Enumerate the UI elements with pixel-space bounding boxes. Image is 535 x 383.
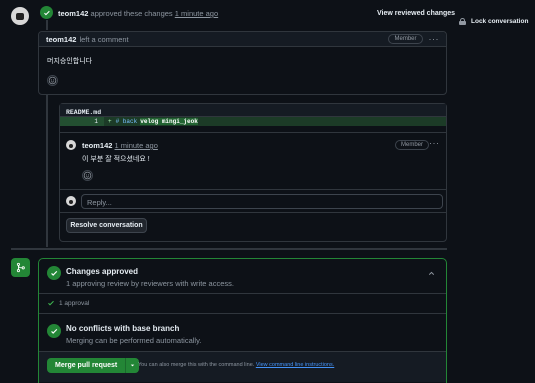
conflicts-subtitle: Merging can be performed automatically. — [66, 336, 202, 345]
merge-box: Changes approved 1 approving review by r… — [38, 258, 447, 383]
lock-conversation-link[interactable]: Lock conversation — [459, 18, 528, 25]
approved-title: Changes approved — [66, 267, 139, 276]
diff-hash: # back — [115, 118, 138, 125]
thread-member-badge: Member — [395, 140, 430, 150]
reply-input[interactable]: Reply... — [81, 194, 443, 209]
comment-author[interactable]: teom142 — [46, 35, 76, 44]
add-reaction-icon[interactable] — [47, 75, 58, 86]
file-name[interactable]: README.md — [66, 109, 101, 116]
comment-action: left a comment — [79, 34, 129, 44]
review-time[interactable]: 1 minute ago — [175, 9, 218, 18]
diff-line: 1 + # back velog mingi_jeok — [60, 117, 446, 126]
thread-author[interactable]: teom142 — [82, 141, 112, 150]
reply-avatar — [66, 196, 76, 206]
conflicts-title: No conflicts with base branch — [66, 324, 180, 333]
collapse-chevron-icon[interactable] — [427, 269, 436, 280]
approval-check-icon — [47, 299, 55, 309]
no-conflicts-icon — [47, 324, 61, 338]
lock-conversation-label: Lock conversation — [471, 18, 529, 25]
reply-placeholder: Reply... — [87, 198, 112, 207]
approved-subtitle: 1 approving review by reviewers with wri… — [66, 279, 234, 288]
comment-options-icon[interactable]: ··· — [429, 34, 440, 44]
view-reviewed-changes-button[interactable]: View reviewed changes — [377, 10, 455, 17]
review-author[interactable]: teom142 — [58, 9, 88, 18]
thread-body: 이 부분 잘 적으셨네요 ! — [82, 156, 150, 163]
review-comment-card: teom142 left a comment Member ··· 머지승인합니… — [38, 31, 447, 95]
approved-section[interactable]: Changes approved 1 approving review by r… — [39, 259, 446, 294]
thread-avatar[interactable] — [66, 140, 76, 150]
merge-pull-request-button[interactable]: Merge pull request — [47, 358, 127, 373]
diff-sign: + — [108, 118, 112, 125]
comment-body: 머지승인합니다 — [47, 58, 93, 65]
review-action: approved these changes — [90, 9, 173, 18]
thread-options-icon[interactable]: ··· — [429, 138, 440, 148]
timeline-line — [46, 20, 48, 30]
timeline-divider — [11, 248, 447, 250]
merge-action-row: Merge pull request You can also merge th… — [39, 352, 446, 382]
diff-line-number: 1 — [60, 117, 104, 126]
review-thread-line — [46, 95, 48, 247]
thread-time[interactable]: 1 minute ago — [115, 141, 158, 150]
merge-button-group: Merge pull request — [47, 358, 140, 373]
conflicts-section: No conflicts with base branch Merging ca… — [39, 314, 446, 352]
command-line-link[interactable]: View command line instructions. — [256, 362, 334, 368]
git-merge-icon — [11, 258, 30, 277]
review-summary: teom142 approved these changes 1 minute … — [58, 9, 218, 18]
member-badge: Member — [388, 34, 423, 44]
reply-row: Reply... — [60, 190, 446, 213]
thread-meta: teom142 1 minute ago — [82, 141, 158, 150]
approval-count: 1 approval — [59, 300, 90, 307]
diff-text: velog mingi_jeok — [140, 118, 198, 125]
review-thread: README.md 1 + # back velog mingi_jeok te… — [59, 103, 447, 242]
resolve-conversation-button[interactable]: Resolve conversation — [66, 218, 147, 233]
thread-comment: teom142 1 minute ago Member ··· 이 부분 잘 적… — [60, 132, 446, 190]
file-header: README.md — [60, 104, 446, 117]
merge-hint-text: You can also merge this with the command… — [138, 362, 255, 368]
approved-check-icon — [40, 6, 53, 19]
approval-count-row[interactable]: 1 approval — [39, 294, 446, 314]
comment-header: teom142 left a comment Member ··· — [39, 32, 446, 47]
approved-status-icon — [47, 266, 61, 280]
thread-reaction-icon[interactable] — [82, 170, 93, 181]
reviewer-avatar[interactable] — [11, 7, 29, 25]
merge-hint: You can also merge this with the command… — [138, 362, 334, 368]
lock-icon — [459, 18, 466, 25]
